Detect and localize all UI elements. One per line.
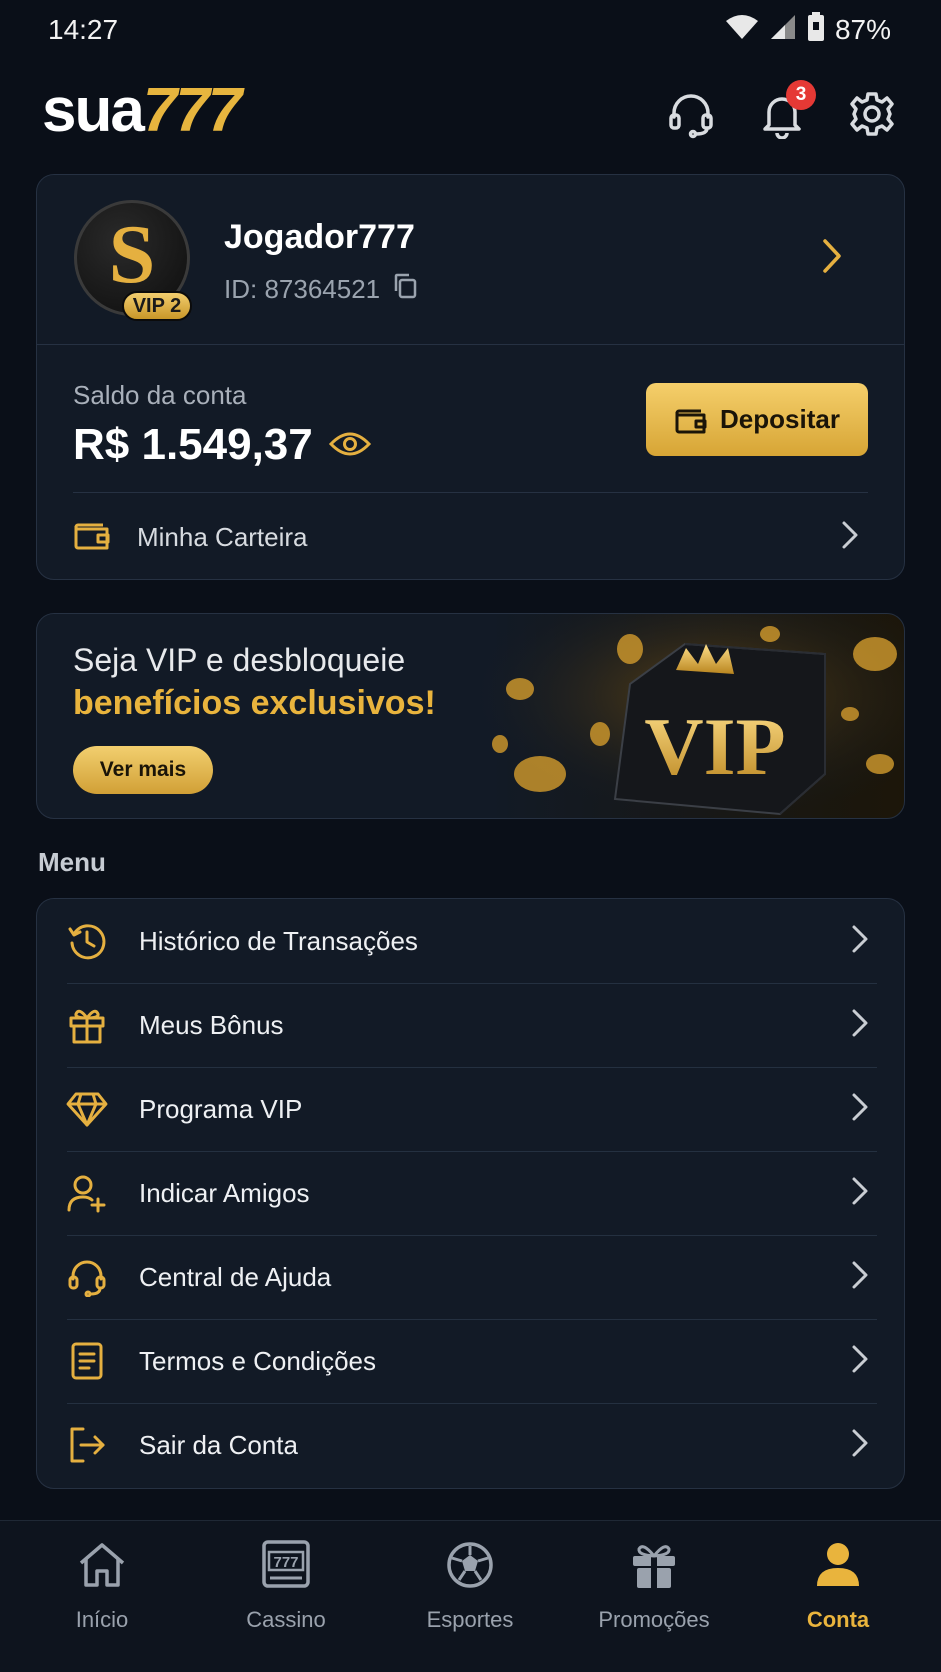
avatar-letter: S (108, 208, 156, 301)
logout-icon (65, 1423, 109, 1467)
menu-item-label: Histórico de Transações (139, 925, 418, 956)
balance-value: R$ 1.549,37 (73, 420, 313, 469)
logo-text: sua (42, 76, 145, 145)
balance-amount: R$ 1.549,37 (73, 420, 371, 470)
add-user-icon (65, 1171, 109, 1215)
nav-label: Conta (806, 1607, 870, 1632)
menu-title: Menu (38, 847, 106, 877)
chevron-right-icon (850, 1343, 870, 1380)
soccer-ball-icon (442, 1537, 498, 1593)
chevron-right-icon (840, 519, 860, 556)
divider (37, 344, 904, 345)
nav-label: Promoções (598, 1607, 710, 1632)
nav-label: Esportes (426, 1607, 514, 1632)
vip-banner-line2: benefícios exclusivos! (73, 684, 436, 722)
support-button[interactable] (663, 86, 719, 142)
notification-badge: 3 (786, 80, 816, 110)
document-icon (65, 1339, 109, 1383)
menu-item-label: Termos e Condições (139, 1345, 376, 1376)
nav-label: Cassino (246, 1607, 326, 1632)
menu-item-label: Central de Ajuda (139, 1261, 332, 1292)
status-indicators: 87% (725, 12, 891, 47)
chevron-right-icon (850, 1427, 870, 1464)
headset-icon (65, 1255, 109, 1299)
vip-art-text: VIP (644, 701, 785, 792)
menu-list: Histórico de Transações Meus Bônus Progr… (36, 898, 905, 1489)
gift-icon (626, 1537, 682, 1593)
username: Jogador777 (224, 218, 415, 256)
settings-button[interactable] (844, 86, 900, 142)
wallet-row[interactable]: Minha Carteira (73, 510, 868, 564)
nav-label: Início (75, 1607, 129, 1632)
balance-label: Saldo da conta (73, 380, 247, 410)
nav-promotions[interactable]: Promoções (574, 1537, 734, 1633)
menu-item-transaction-history[interactable]: Histórico de Transações (37, 899, 906, 983)
vip-illustration: VIP (480, 614, 904, 818)
headset-icon (669, 94, 713, 139)
deposit-button[interactable]: Depositar (646, 383, 868, 456)
nav-sports[interactable]: Esportes (390, 1537, 550, 1633)
profile-chevron-icon[interactable] (820, 236, 844, 281)
divider (73, 492, 868, 493)
chevron-right-icon (850, 923, 870, 960)
chevron-right-icon (850, 1175, 870, 1212)
nav-home[interactable]: Início (22, 1537, 182, 1633)
menu-item-label: Indicar Amigos (139, 1177, 310, 1208)
nav-casino[interactable]: 777 Cassino (206, 1537, 366, 1633)
slot-icon-text: 777 (273, 1554, 298, 1571)
history-icon (65, 919, 109, 963)
app-logo: sua777 (42, 80, 242, 142)
wallet-label: Minha Carteira (137, 521, 308, 552)
wifi-icon (725, 13, 759, 46)
home-icon (74, 1537, 130, 1593)
diamond-icon (65, 1087, 109, 1131)
menu-item-help-center[interactable]: Central de Ajuda (37, 1235, 906, 1319)
see-more-button[interactable]: Ver mais (73, 746, 213, 794)
menu-item-label: Programa VIP (139, 1093, 303, 1124)
menu-item-label: Sair da Conta (139, 1429, 298, 1460)
notifications-button[interactable]: 3 (754, 80, 816, 142)
menu-item-vip-program[interactable]: Programa VIP (37, 1067, 906, 1151)
copy-icon[interactable] (392, 272, 418, 307)
battery-icon (807, 12, 825, 47)
slot-machine-icon: 777 (258, 1537, 314, 1593)
user-icon (810, 1537, 866, 1593)
chevron-right-icon (850, 1007, 870, 1044)
menu-item-my-bonuses[interactable]: Meus Bônus (37, 983, 906, 1067)
menu-item-logout[interactable]: Sair da Conta (37, 1403, 906, 1487)
deposit-label: Depositar (720, 404, 840, 434)
user-id-text: ID: 87364521 (224, 274, 381, 304)
signal-icon (769, 13, 797, 46)
wallet-icon (73, 518, 111, 557)
chevron-right-icon (850, 1091, 870, 1128)
chevron-right-icon (850, 1259, 870, 1296)
battery-percent: 87% (834, 13, 891, 45)
gear-icon (850, 92, 894, 136)
vip-level-badge: VIP 2 (122, 291, 192, 321)
gift-icon (65, 1003, 109, 1047)
menu-item-label: Meus Bônus (139, 1009, 284, 1040)
status-time: 14:27 (48, 14, 119, 45)
user-id: ID: 87364521 (224, 272, 418, 307)
wallet-icon (675, 409, 707, 433)
vip-banner-line1: Seja VIP e desbloqueie (73, 642, 406, 678)
logo-number: 777 (142, 76, 242, 145)
eye-icon[interactable] (328, 420, 371, 470)
menu-item-refer-friends[interactable]: Indicar Amigos (37, 1151, 906, 1235)
nav-account[interactable]: Conta (758, 1537, 918, 1633)
menu-item-terms[interactable]: Termos e Condições (37, 1319, 906, 1403)
